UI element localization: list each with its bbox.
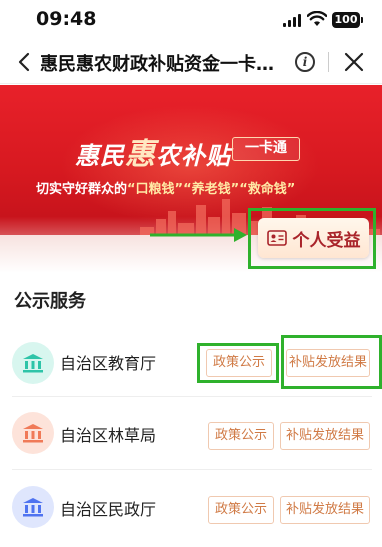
back-arrow-icon[interactable] [10,48,38,76]
policy-button[interactable]: 政策公示 [208,496,274,524]
wifi-icon [306,10,328,27]
banner-title-part1: 惠民 [75,141,125,170]
slogan-item-1: “口粮钱” [127,182,184,197]
nav-divider [328,52,329,72]
banner-title-big: 惠 [125,137,156,172]
policy-button[interactable]: 政策公示 [208,422,274,450]
service-row: 自治区民政厅 政策公示 补贴发放结果 [0,474,382,540]
banner-title-part2: 农补贴 [156,141,231,170]
banner-slogan: 切实守好群众的“口粮钱”“养老钱”“救命钱” [36,178,295,197]
government-building-icon [12,412,54,454]
dept-name: 自治区林草局 [60,426,157,445]
personal-benefit-label: 个人受益 [292,230,361,251]
row-divider [12,469,372,470]
slogan-item-2: “养老钱” [183,182,240,197]
row-divider [12,396,372,397]
banner-title: 惠民惠农补贴 [75,129,231,173]
banner-tag: 一卡通 [232,137,300,161]
page-title: 惠民惠农财政补贴资金一卡… [40,54,274,75]
slogan-item-3: “救命钱” [239,182,296,197]
service-row: 自治区林草局 政策公示 补贴发放结果 [0,400,382,466]
dept-name: 自治区民政厅 [60,500,157,519]
close-icon[interactable] [342,50,366,74]
green-arrow-annotation [150,228,247,242]
status-bar: 09:48 100 [0,0,382,40]
id-card-icon [266,230,287,246]
nav-bar: 惠民惠农财政补贴资金一卡… i [0,40,382,84]
subsidy-result-button[interactable]: 补贴发放结果 [280,496,370,524]
policy-highlight-box [197,343,279,383]
slogan-prefix: 切实守好群众的 [36,182,128,197]
result-highlight-box [281,335,382,389]
government-building-icon [12,342,54,384]
personal-benefit-button[interactable]: 个人受益 [258,218,369,258]
status-time: 09:48 [36,8,97,30]
government-building-icon [12,486,54,528]
info-icon[interactable]: i [295,52,315,72]
battery-icon: 100 [332,12,363,28]
dept-name: 自治区教育厅 [60,354,157,373]
subsidy-result-button[interactable]: 补贴发放结果 [280,422,370,450]
section-title: 公示服务 [14,291,86,312]
signal-icon [283,14,303,27]
